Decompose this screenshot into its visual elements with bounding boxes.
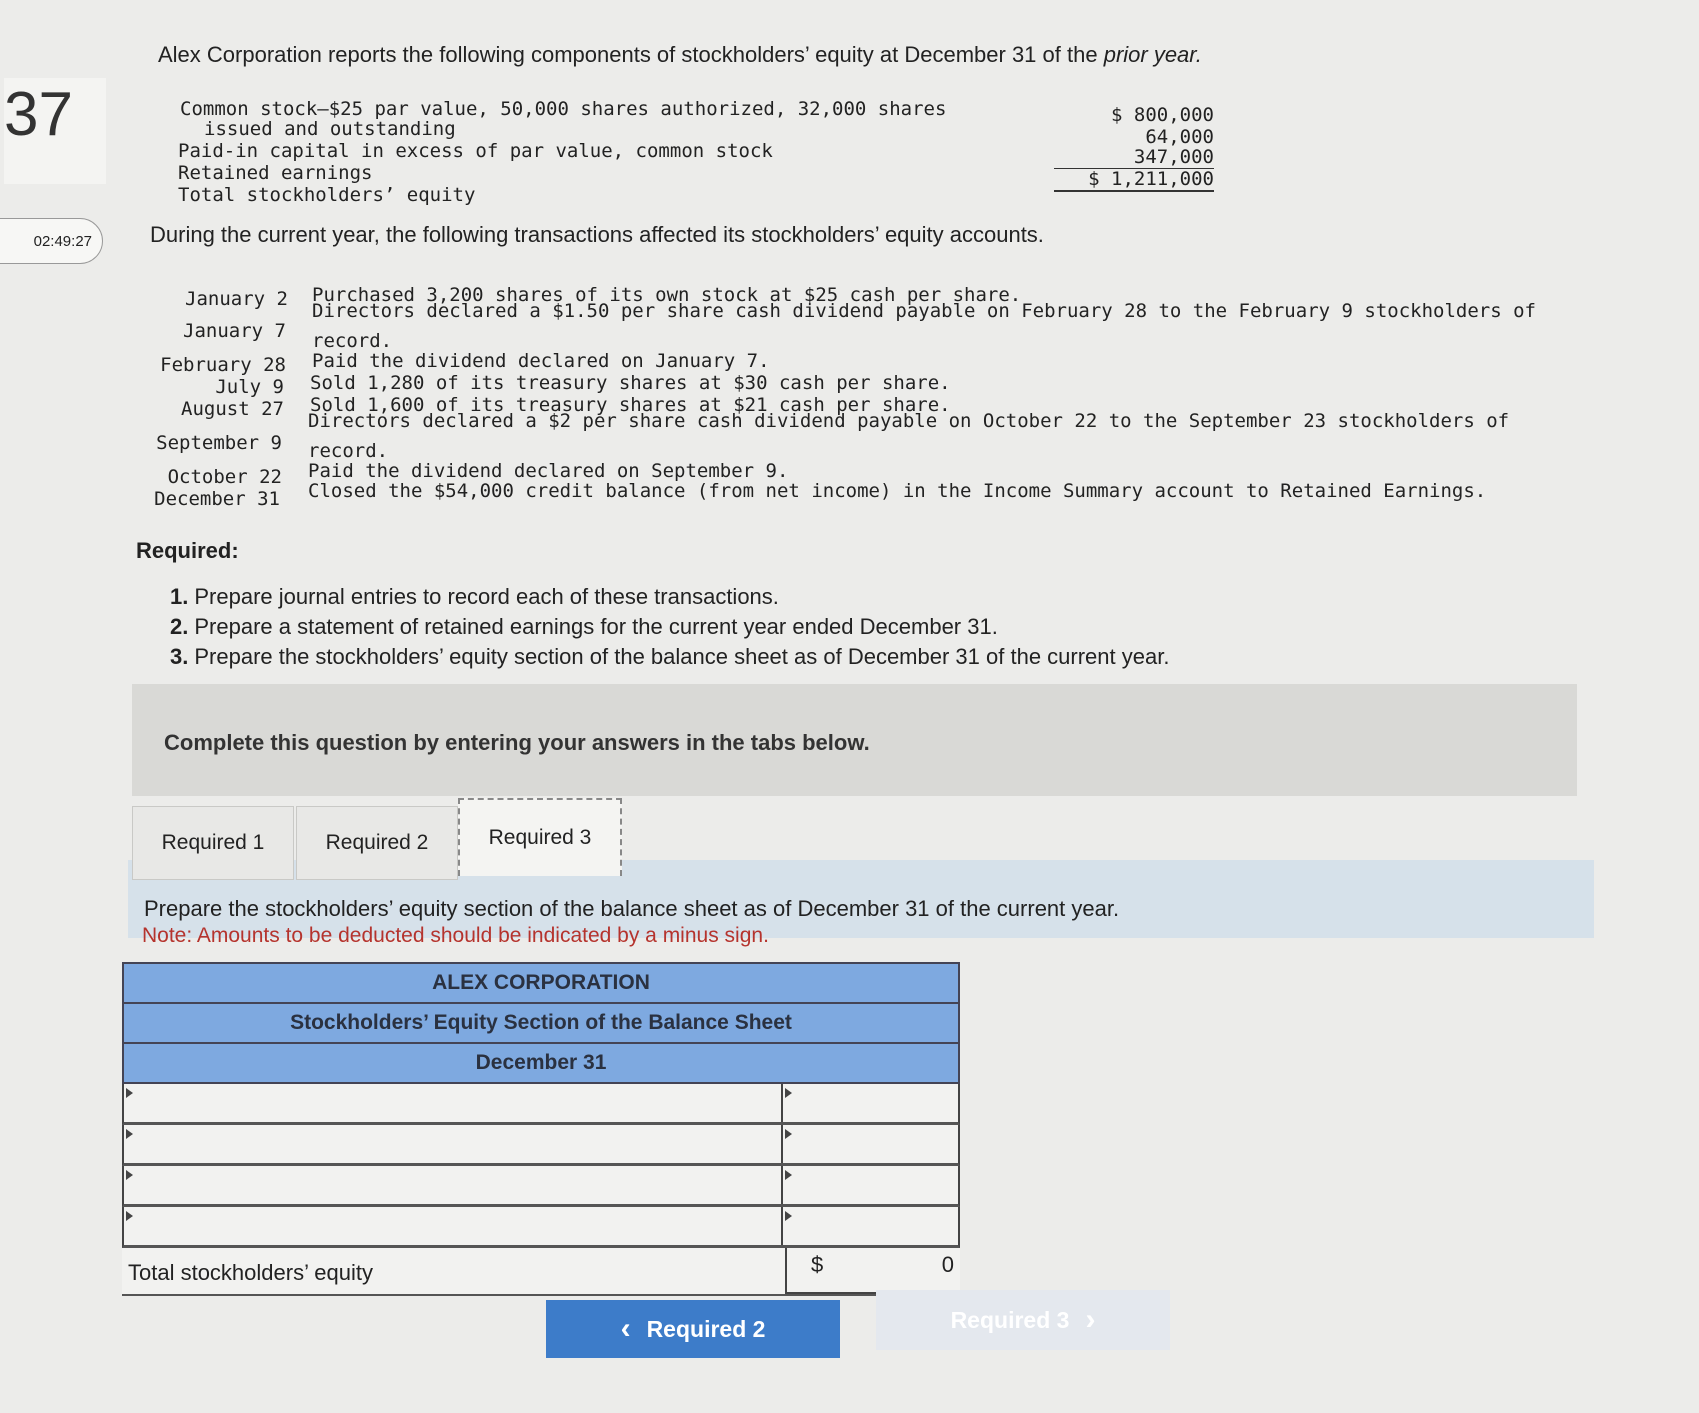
total-currency: $ <box>811 1252 824 1277</box>
equity-total-amount: $ 1,211,000 <box>1054 168 1214 192</box>
tab-required-3[interactable]: Required 3 <box>458 798 622 876</box>
complete-text: Complete this question by entering your … <box>164 730 870 755</box>
company-name: ALEX CORPORATION <box>122 962 960 1004</box>
total-amount: $ 0 <box>785 1248 960 1294</box>
dropdown-arrow-icon <box>126 1211 133 1221</box>
prev-required-button[interactable]: ‹ Required 2 <box>546 1300 840 1358</box>
transaction-date: February 28 <box>160 354 286 376</box>
amount-input[interactable] <box>783 1207 958 1245</box>
amount-input[interactable] <box>783 1166 958 1204</box>
instructions-note: Note: Amounts to be deducted should be i… <box>142 924 769 947</box>
label-input[interactable] <box>124 1084 783 1122</box>
transaction-desc-cont: record. <box>308 440 389 462</box>
table-row <box>122 1166 960 1207</box>
transaction-desc: Paid the dividend declared on September … <box>308 460 789 482</box>
transaction-date: August 27 <box>181 398 284 420</box>
instructions-text: Prepare the stockholders’ equity section… <box>144 896 1120 921</box>
chevron-right-icon: › <box>1085 1303 1096 1336</box>
dropdown-arrow-icon <box>785 1211 792 1221</box>
transaction-desc: Paid the dividend declared on January 7. <box>312 350 770 372</box>
during-text: During the current year, the following t… <box>150 222 1044 247</box>
balance-sheet-table: ALEX CORPORATION Stockholders’ Equity Se… <box>122 962 960 1296</box>
label-input[interactable] <box>124 1125 783 1163</box>
transaction-desc: Directors declared a $1.50 per share cas… <box>312 300 1536 322</box>
tab-required-1[interactable]: Required 1 <box>132 806 294 880</box>
required-text: Prepare a statement of retained earnings… <box>194 614 998 639</box>
transaction-date: July 9 <box>215 376 284 398</box>
total-value: 0 <box>941 1252 954 1277</box>
required-num: 3. <box>170 644 189 669</box>
prev-label: Required 2 <box>646 1315 766 1342</box>
label-input[interactable] <box>124 1207 783 1245</box>
equity-label: Retained earnings <box>178 162 373 184</box>
equity-label: Common stock—$25 par value, 50,000 share… <box>180 98 947 120</box>
dropdown-arrow-icon <box>126 1170 133 1180</box>
transaction-date: September 9 <box>156 432 282 454</box>
amount-input[interactable] <box>783 1084 958 1122</box>
equity-label: Total stockholders’ equity <box>178 184 476 206</box>
equity-label: Paid-in capital in excess of par value, … <box>178 140 773 162</box>
transaction-date: October 22 <box>167 466 282 488</box>
required-heading: Required: <box>136 538 239 563</box>
dropdown-arrow-icon <box>126 1129 133 1139</box>
transaction-desc-cont: record. <box>312 330 393 352</box>
statement-date: December 31 <box>122 1044 960 1084</box>
table-row <box>122 1084 960 1125</box>
statement-title: Stockholders’ Equity Section of the Bala… <box>122 1004 960 1044</box>
timer-text: 02:49:27 <box>33 232 92 250</box>
transaction-desc: Directors declared a $2 per share cash d… <box>308 410 1510 432</box>
required-text: Prepare the stockholders’ equity section… <box>194 644 1170 669</box>
required-num: 1. <box>170 584 189 609</box>
transaction-date: December 31 <box>154 488 280 510</box>
dropdown-arrow-icon <box>126 1088 133 1098</box>
required-list: 1. Prepare journal entries to record each… <box>170 582 1169 672</box>
transaction-desc: Closed the $54,000 credit balance (from … <box>308 480 1487 502</box>
table-row <box>122 1125 960 1166</box>
dropdown-arrow-icon <box>785 1170 792 1180</box>
label-input[interactable] <box>124 1166 783 1204</box>
intro-italic: prior year. <box>1103 42 1202 67</box>
transaction-desc: Sold 1,280 of its treasury shares at $30… <box>310 372 951 394</box>
required-item: 3. Prepare the stockholders’ equity secti… <box>170 642 1169 672</box>
chevron-left-icon: ‹ <box>620 1312 631 1345</box>
total-label: Total stockholders’ equity <box>128 1260 373 1285</box>
required-text: Prepare journal entries to record each o… <box>194 584 779 609</box>
amount-input[interactable] <box>783 1125 958 1163</box>
required-item: 1. Prepare journal entries to record each… <box>170 582 1169 612</box>
table-row <box>122 1207 960 1248</box>
required-item: 2. Prepare a statement of retained earnin… <box>170 612 1169 642</box>
next-required-button[interactable]: Required 3 › <box>876 1290 1170 1350</box>
equity-label: issued and outstanding <box>204 118 456 140</box>
tab-required-2[interactable]: Required 2 <box>296 806 458 880</box>
dropdown-arrow-icon <box>785 1088 792 1098</box>
transaction-date: January 2 <box>185 288 288 310</box>
intro-text: Alex Corporation reports the following c… <box>158 42 1202 68</box>
equity-amount: 64,000 <box>1145 126 1214 148</box>
intro-prefix: Alex Corporation reports the following c… <box>158 42 1104 67</box>
required-num: 2. <box>170 614 189 639</box>
timer: 02:49:27 <box>0 218 103 264</box>
dropdown-arrow-icon <box>785 1129 792 1139</box>
equity-amount: 347,000 <box>1054 146 1214 169</box>
total-row: Total stockholders’ equity $ 0 <box>122 1248 960 1296</box>
next-label: Required 3 <box>950 1306 1070 1333</box>
equity-amount: $ 800,000 <box>1111 104 1214 126</box>
question-number: 37 <box>4 78 106 184</box>
transaction-date: January 7 <box>183 320 286 342</box>
